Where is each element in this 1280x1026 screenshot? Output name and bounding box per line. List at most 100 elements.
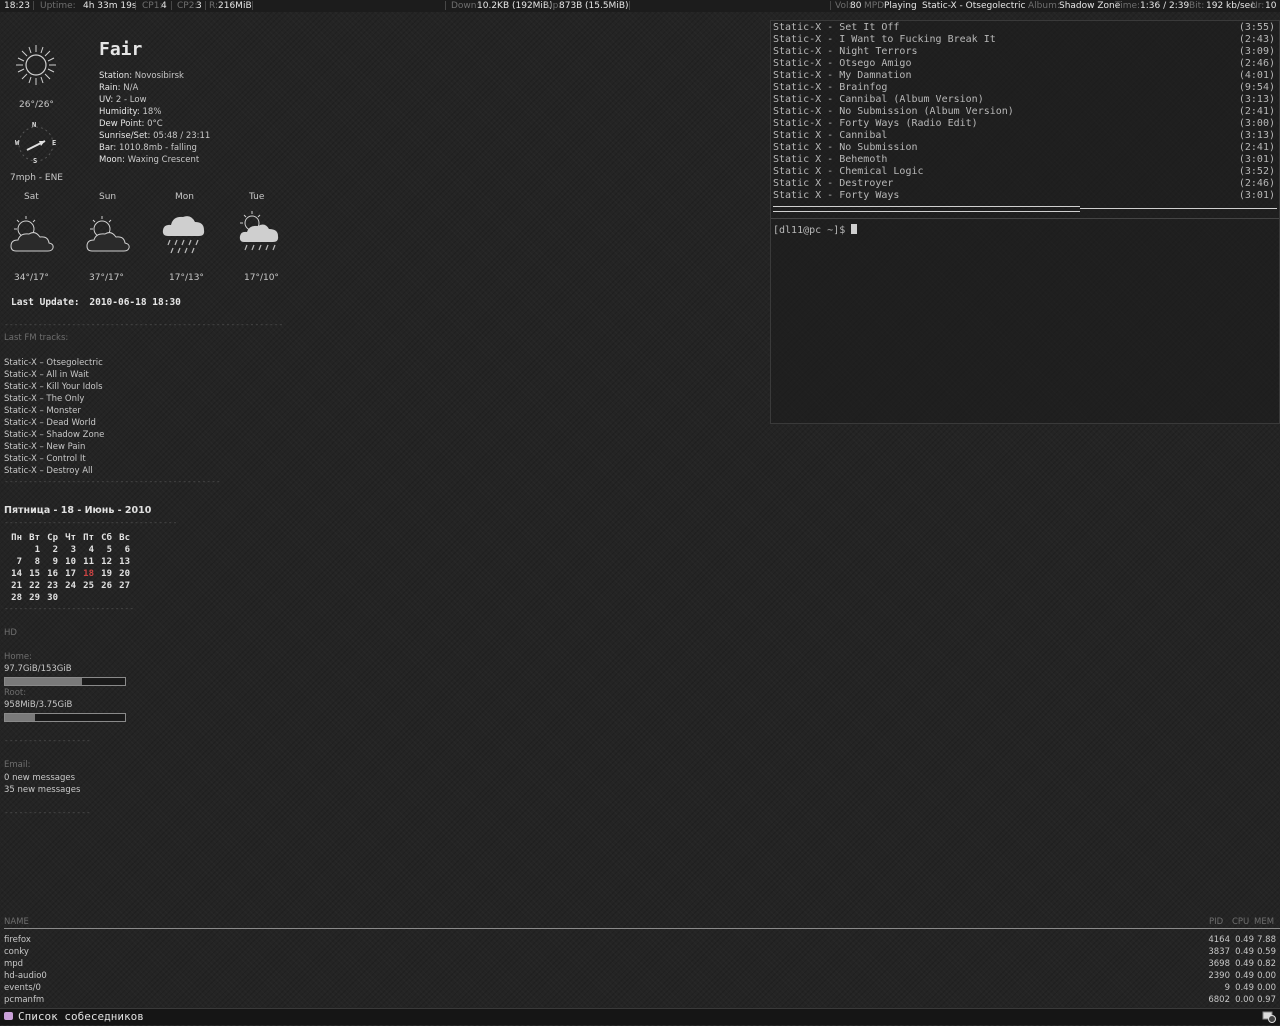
track-time: 1:36 / 2:39 xyxy=(1140,1,1190,11)
playlist-title: Static X - Chemical Logic xyxy=(773,166,924,177)
calendar-day: 27 xyxy=(119,581,130,591)
calendar-week: 21 22 23 24 25 26 27 xyxy=(4,580,130,592)
cp2-value: 3 xyxy=(196,1,202,11)
weekday: Ср xyxy=(47,533,58,543)
calendar-day xyxy=(76,592,94,604)
playlist-title: Static X - Destroyer xyxy=(773,178,894,189)
calendar-day: 12 xyxy=(101,557,112,567)
playlist-row[interactable]: Static-X - Set It Off (3:55) xyxy=(773,22,1277,34)
table-row: events/0 9 0.49 0.00 xyxy=(4,982,1280,994)
playlist-row[interactable]: Static X - Forty Ways (3:01) xyxy=(773,190,1277,202)
up-total: (15.5MiB) xyxy=(585,1,629,11)
playlist-row[interactable]: Static-X - Cannibal (Album Version) (3:13… xyxy=(773,94,1277,106)
divider: ---------------------------- xyxy=(4,808,92,817)
cp1-label: CP1: xyxy=(142,1,163,11)
playlist-row[interactable]: Static-X - Otsego Amigo (2:46) xyxy=(773,58,1277,70)
down-label: Down: xyxy=(451,1,480,11)
list-item: Static-X – All in Wait xyxy=(4,370,89,380)
disk-usage-bar xyxy=(4,677,126,686)
playlist-row[interactable]: Static-X - Forty Ways (Radio Edit) (3:00) xyxy=(773,118,1277,130)
playlist-title: Static-X - Night Terrors xyxy=(773,46,918,57)
list-item: Static-X – Destroy All xyxy=(4,466,93,476)
hd-header: HD xyxy=(4,628,17,638)
playlist-title: Static-X - Brainfog xyxy=(773,82,888,93)
playback-progress-bar[interactable] xyxy=(773,206,1277,212)
playlist-row[interactable]: Static-X - No Submission (Album Version)… xyxy=(773,106,1277,118)
playlist-row[interactable]: Static-X - I Want to Fucking Break It (2:… xyxy=(773,34,1277,46)
playlist-row[interactable]: Static X - No Submission (2:41) xyxy=(773,142,1277,154)
playlist-row[interactable]: Static X - Behemoth (3:01) xyxy=(773,154,1277,166)
process-cpu: 0.49 xyxy=(1235,959,1254,969)
weather-detail-row: Rain: N/A xyxy=(99,82,210,94)
playlist-title: Static-X - My Damnation xyxy=(773,70,912,81)
clock: 18:23 xyxy=(4,1,30,11)
detail-value: Waxing Crescent xyxy=(127,155,200,165)
playlist-duration: (2:46) xyxy=(1238,58,1275,69)
playlist-title: Static-X - I Want to Fucking Break It xyxy=(773,34,996,45)
separator: | xyxy=(134,1,138,11)
taskbar-window-button[interactable]: Список собеседников xyxy=(0,1009,1254,1024)
calendar-day: 3 xyxy=(70,545,76,555)
process-cpu: 0.49 xyxy=(1235,935,1254,945)
playlist-title: Static X - Cannibal xyxy=(773,130,888,141)
calendar-day: 10 xyxy=(65,557,76,567)
detail-value: 1010.8mb - falling xyxy=(118,143,197,153)
playlist-row[interactable]: Static-X - Night Terrors (3:09) xyxy=(773,46,1277,58)
disk-usage: 958MiB/3.75GiB xyxy=(4,700,73,710)
playlist-row[interactable]: Static-X - Brainfog (9:54) xyxy=(773,82,1277,94)
mpd-playlist: Static-X - Set It Off (3:55) Static-X - I… xyxy=(773,22,1277,202)
process-table: NAME PID CPU MEM firefox 4164 0.49 7.88 con… xyxy=(4,916,1280,1006)
playlist-row[interactable]: Static X - Cannibal (3:13) xyxy=(773,130,1277,142)
detail-label: UV: xyxy=(99,95,114,105)
terminal-prompt-line[interactable]: [dl11@pc ~]$ xyxy=(773,224,858,237)
weather-detail-row: Humidity: 18% xyxy=(99,106,210,118)
detail-value: 2 - Low xyxy=(115,95,147,105)
calendar-day xyxy=(112,592,130,604)
forecast-day: Mon xyxy=(175,192,194,202)
playlist-title: Static-X - Set It Off xyxy=(773,22,900,33)
forecast-temps: 37°/17° xyxy=(89,273,124,283)
terminal-window[interactable]: Static-X - Set It Off (3:55) Static-X - I… xyxy=(770,20,1280,424)
email-status: 0 new messages 35 new messages xyxy=(4,772,80,796)
calendar-day-today: 18 xyxy=(83,569,94,579)
forecast-day: Sat xyxy=(24,192,39,202)
process-cpu: 0.49 xyxy=(1235,947,1254,957)
wind-value: 7mph - ENE xyxy=(10,173,63,183)
list-item: Static-X – Kill Your Idols xyxy=(4,382,103,392)
lastfm-header: Last FM tracks: xyxy=(4,333,69,343)
weekday: Пн xyxy=(11,533,22,543)
calendar-day: 28 xyxy=(11,593,22,603)
separator: | xyxy=(251,1,255,11)
calendar-week: 28 29 30 xyxy=(4,592,130,604)
bitrate-value: 192 kb/sec xyxy=(1206,1,1256,11)
calendar-day: 7 xyxy=(16,557,22,567)
terminal-cursor xyxy=(851,224,858,234)
detail-label: Sunrise/Set: xyxy=(99,131,151,141)
playback-progress-fill xyxy=(773,206,1081,212)
process-mem: 0.97 xyxy=(1257,995,1276,1005)
weather-detail-row: Moon: Waxing Crescent xyxy=(99,154,210,166)
process-name: pcmanfm xyxy=(4,995,45,1005)
separator: | xyxy=(444,1,448,11)
detail-label: Moon: xyxy=(99,155,125,165)
detail-value: Novosibirsk xyxy=(134,71,184,81)
process-cpu: 0.00 xyxy=(1235,995,1254,1005)
calendar-day xyxy=(58,592,76,604)
last-update-label: Last Update: xyxy=(11,297,80,308)
separator: | xyxy=(170,1,174,11)
separator: | xyxy=(204,1,208,11)
mpd-status: Playing xyxy=(884,1,917,11)
playlist-row[interactable]: Static-X - My Damnation (4:01) xyxy=(773,70,1277,82)
playlist-duration: (2:46) xyxy=(1238,178,1275,189)
process-mem: 0.59 xyxy=(1257,947,1276,957)
top-status-bar: 18:23 | Uptime: 4h 33m 19s | CP1: 4 | CP… xyxy=(0,0,1280,12)
playlist-row[interactable]: Static X - Destroyer (2:46) xyxy=(773,178,1277,190)
compass-north: N xyxy=(32,121,37,129)
disk-usage-fill xyxy=(5,678,82,685)
playlist-row[interactable]: Static X - Chemical Logic (3:52) xyxy=(773,166,1277,178)
tray-icon[interactable] xyxy=(1262,1011,1276,1023)
volume-value: 80 xyxy=(850,1,862,11)
divider: ----------------------------------------… xyxy=(4,604,134,613)
partly-cloudy-icon xyxy=(84,213,132,260)
list-item: Static-X – The Only xyxy=(4,394,85,404)
